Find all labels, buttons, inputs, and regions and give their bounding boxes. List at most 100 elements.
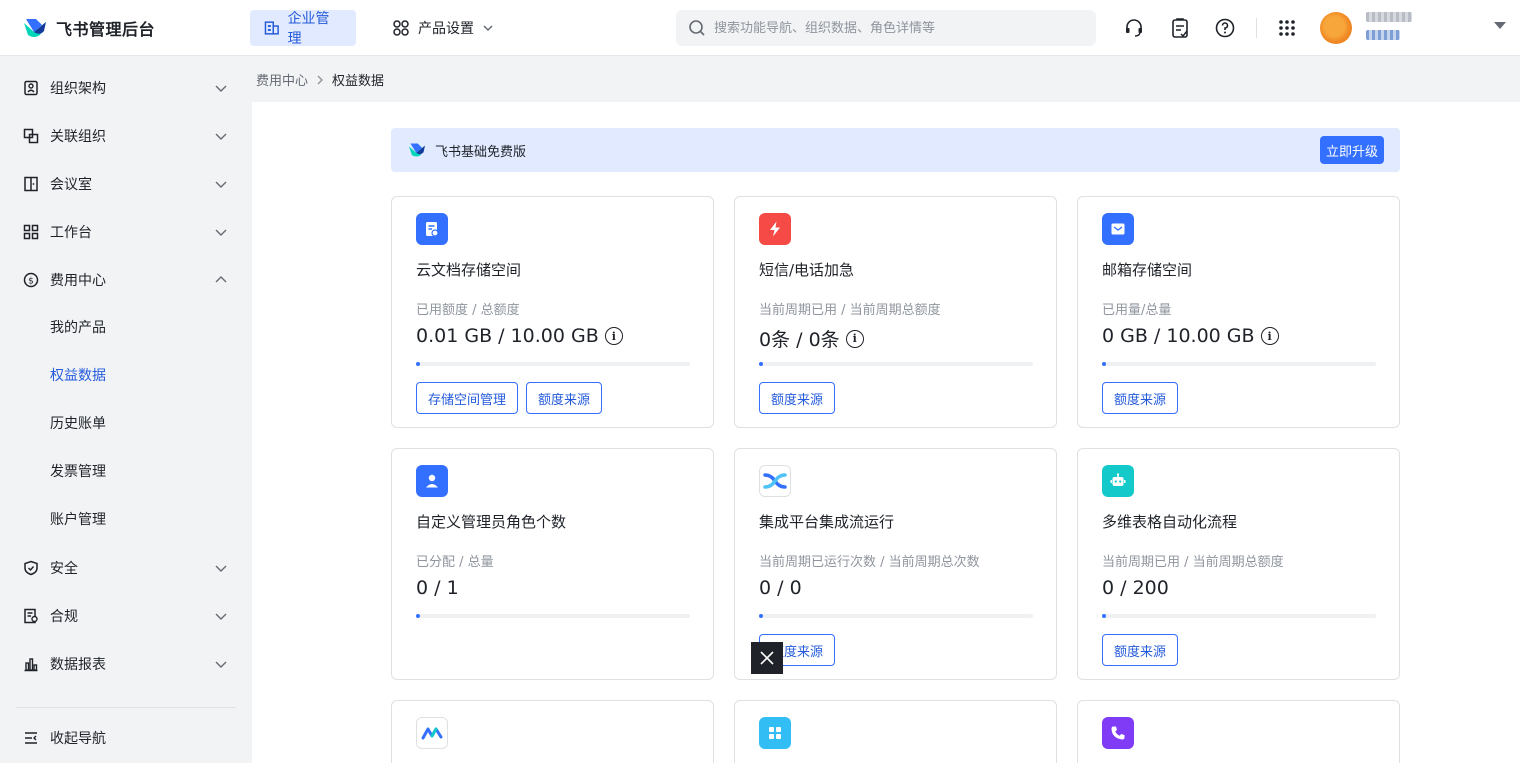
product-settings-icon xyxy=(393,20,409,36)
plan-banner: 飞书基础免费版 立即升级 xyxy=(391,128,1400,172)
close-icon[interactable] xyxy=(751,642,783,674)
sidebar-sub-account-management[interactable]: 账户管理 xyxy=(50,508,106,532)
card-subtitle: 已分配 / 总量 xyxy=(416,555,494,570)
sidebar-item-label: 会议室 xyxy=(50,177,92,193)
app-logo[interactable]: 飞书管理后台 xyxy=(22,16,155,40)
usage-progress-bar xyxy=(759,614,1033,618)
app-launcher-icon[interactable] xyxy=(1275,16,1299,40)
sidebar-sub-benefits-data[interactable]: 权益数据 xyxy=(50,364,106,388)
card-value: 0 / 0 xyxy=(759,577,802,599)
top-divider xyxy=(1256,18,1257,38)
quota-source-button[interactable]: 额度来源 xyxy=(526,382,603,414)
sidebar-sub-billing-history[interactable]: 历史账单 xyxy=(50,412,106,436)
chevron-down-icon xyxy=(215,229,227,236)
sidebar-item-billing[interactable]: $ 费用中心 xyxy=(0,260,252,300)
search-input[interactable] xyxy=(714,20,1074,36)
sidebar-item-label: 工作台 xyxy=(50,225,92,241)
billing-icon: $ xyxy=(22,271,40,289)
storage-management-button[interactable]: 存储空间管理 xyxy=(416,382,519,414)
chevron-down-icon xyxy=(215,181,227,188)
info-icon[interactable]: i xyxy=(845,329,864,348)
doc-storage-icon xyxy=(416,213,448,245)
sidebar-item-label: 费用中心 xyxy=(50,273,106,289)
bar-chart-icon xyxy=(22,655,40,673)
card-actions: 存储空间管理 额度来源 xyxy=(416,382,603,414)
card-actions: 额度来源 xyxy=(759,382,836,414)
card-value: 0 GB / 10.00 GB xyxy=(1102,325,1255,347)
chevron-down-icon xyxy=(483,25,493,32)
sidebar-item-org-structure[interactable]: 组织架构 xyxy=(0,68,252,108)
collapse-nav-button[interactable]: 收起导航 xyxy=(0,718,252,758)
upgrade-button[interactable]: 立即升级 xyxy=(1320,136,1384,164)
card-value: 0.01 GB / 10.00 GB xyxy=(416,325,599,347)
phone-icon xyxy=(1102,717,1134,749)
customer-service-icon[interactable] xyxy=(1122,16,1146,40)
sidebar-sub-invoice-management[interactable]: 发票管理 xyxy=(50,460,106,484)
nav-product-settings[interactable]: 产品设置 xyxy=(378,10,508,46)
card-title: 集成平台集成流运行 xyxy=(759,513,895,531)
card-value: 0 / 200 xyxy=(1102,577,1169,599)
usage-progress-fill xyxy=(759,614,763,618)
benefit-card-partial-2 xyxy=(734,700,1057,763)
card-value-row: 0 / 1 xyxy=(416,577,459,599)
sidebar-item-workbench[interactable]: 工作台 xyxy=(0,212,252,252)
card-value-row: 0.01 GB / 10.00 GB i xyxy=(416,325,623,347)
lightning-icon xyxy=(759,213,791,245)
linked-org-icon xyxy=(22,127,40,145)
main-content: 飞书基础免费版 立即升级 云文档存储空间 已用额度 / 总额度 0.01 GB … xyxy=(252,102,1520,763)
sidebar-item-compliance[interactable]: 合规 xyxy=(0,596,252,636)
chevron-down-icon xyxy=(215,661,227,668)
user-info[interactable] xyxy=(1366,12,1426,40)
benefit-card-sms-phone-urgent: 短信/电话加急 当前周期已用 / 当前周期总额度 0条 / 0条 i 额度来源 xyxy=(734,196,1057,428)
card-value-row: 0条 / 0条 i xyxy=(759,325,864,352)
shield-icon xyxy=(22,559,40,577)
card-actions: 额度来源 xyxy=(1102,382,1179,414)
feishu-logo-icon xyxy=(409,143,425,157)
sidebar-sub-my-products[interactable]: 我的产品 xyxy=(50,316,106,340)
sidebar-item-security[interactable]: 安全 xyxy=(0,548,252,588)
info-icon[interactable]: i xyxy=(1260,327,1279,345)
app-grid-icon xyxy=(759,717,791,749)
search-icon xyxy=(689,20,705,36)
building-icon xyxy=(264,21,279,35)
workbench-icon xyxy=(22,223,40,241)
benefit-card-mail-storage: 邮箱存储空间 已用量/总量 0 GB / 10.00 GB i 额度来源 xyxy=(1077,196,1400,428)
mail-icon xyxy=(1102,213,1134,245)
quota-source-button[interactable]: 额度来源 xyxy=(1102,634,1179,666)
breadcrumb-parent[interactable]: 费用中心 xyxy=(256,70,308,89)
usage-progress-bar xyxy=(1102,362,1376,366)
admin-user-icon xyxy=(416,465,448,497)
info-icon[interactable]: i xyxy=(604,327,623,345)
sidebar-item-data-reports[interactable]: 数据报表 xyxy=(0,644,252,684)
svg-text:$: $ xyxy=(28,277,34,287)
search-box[interactable] xyxy=(676,10,1096,46)
quota-source-button[interactable]: 额度来源 xyxy=(759,382,836,414)
help-icon[interactable] xyxy=(1213,16,1237,40)
user-avatar[interactable] xyxy=(1320,12,1352,44)
sidebar-item-meeting-room[interactable]: 会议室 xyxy=(0,164,252,204)
top-bar: 飞书管理后台 企业管理 产品设置 xyxy=(0,0,1520,56)
chevron-up-icon xyxy=(215,276,227,283)
collapse-nav-label: 收起导航 xyxy=(50,731,106,747)
quota-source-button[interactable]: 额度来源 xyxy=(1102,382,1179,414)
org-chart-icon xyxy=(22,79,40,97)
user-menu-caret-icon[interactable] xyxy=(1494,22,1506,29)
usage-progress-fill xyxy=(416,362,420,366)
card-title: 云文档存储空间 xyxy=(416,261,522,279)
card-value: 0条 / 0条 xyxy=(759,329,840,351)
usage-progress-bar xyxy=(759,362,1033,366)
nav-enterprise-management[interactable]: 企业管理 xyxy=(250,10,356,47)
card-value-row: 0 / 0 xyxy=(759,577,802,599)
task-checklist-icon[interactable] xyxy=(1168,16,1192,40)
sidebar-item-linked-org[interactable]: 关联组织 xyxy=(0,116,252,156)
usage-progress-bar xyxy=(1102,614,1376,618)
card-subtitle: 当前周期已用 / 当前周期总额度 xyxy=(1102,555,1284,570)
sidebar-item-label: 合规 xyxy=(50,609,78,625)
feishu-logo-icon xyxy=(24,19,46,37)
benefit-card-doc-storage: 云文档存储空间 已用额度 / 总额度 0.01 GB / 10.00 GB i 存… xyxy=(391,196,714,428)
card-subtitle: 已用额度 / 总额度 xyxy=(416,303,520,318)
benefit-card-custom-admin-roles: 自定义管理员角色个数 已分配 / 总量 0 / 1 xyxy=(391,448,714,680)
sidebar-item-label: 关联组织 xyxy=(50,129,106,145)
nav-product-label: 产品设置 xyxy=(418,21,474,37)
nav-enterprise-label: 企业管理 xyxy=(287,11,330,47)
